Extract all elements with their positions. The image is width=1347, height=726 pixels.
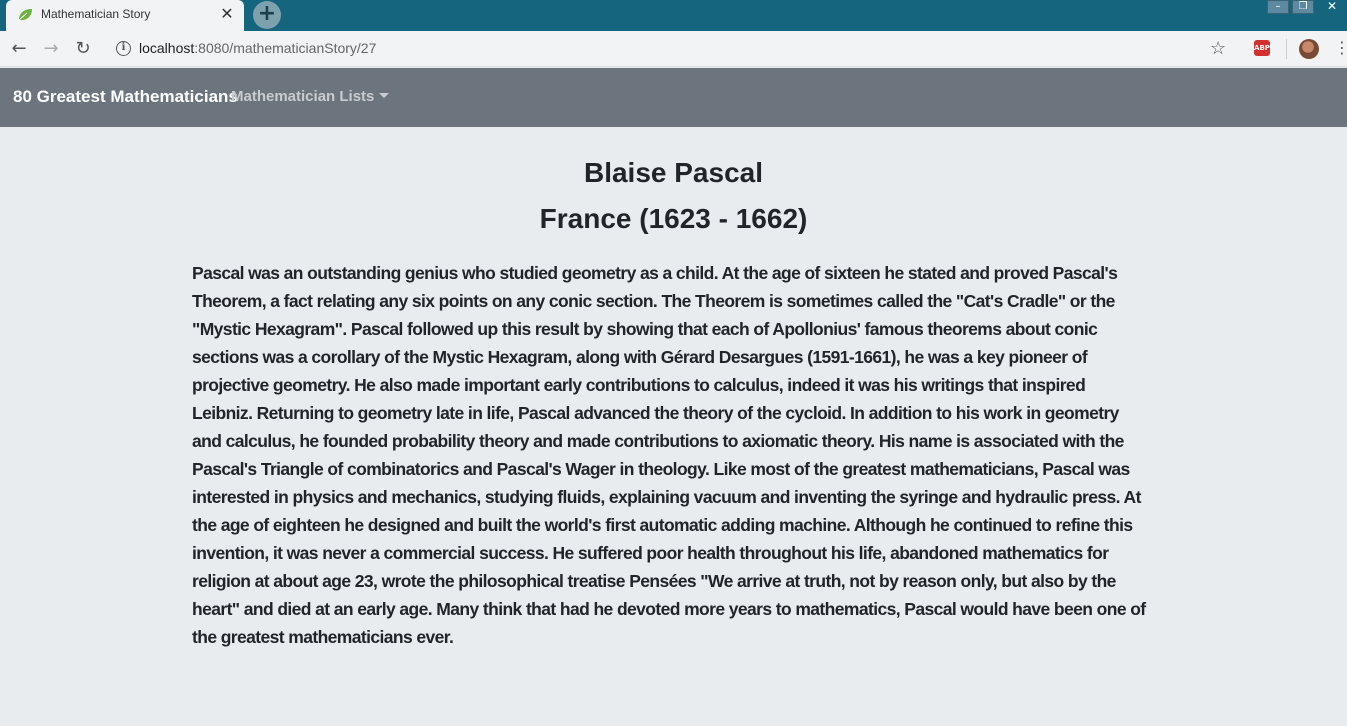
adblock-extension-icon[interactable]: ABP xyxy=(1254,40,1270,56)
close-tab-icon[interactable]: ✕ xyxy=(218,5,236,23)
navbar-brand[interactable]: 80 Greatest Mathematicians xyxy=(13,87,238,107)
restore-window-icon[interactable]: ❐ xyxy=(1292,0,1314,14)
back-arrow-icon[interactable]: ← xyxy=(8,38,30,60)
browser-titlebar: Mathematician Story ✕ + – ❐ ✕ xyxy=(0,0,1347,31)
bookmark-star-icon[interactable]: ☆ xyxy=(1210,38,1226,59)
leaf-icon xyxy=(18,9,32,21)
main-content: Blaise Pascal France (1623 - 1662) Pasca… xyxy=(0,127,1347,726)
close-window-icon[interactable]: ✕ xyxy=(1317,0,1347,14)
url-path: :8080/mathematicianStory/27 xyxy=(194,40,377,56)
caret-down-icon xyxy=(379,93,390,98)
address-bar[interactable]: localhost:8080/mathematicianStory/27 xyxy=(139,40,376,56)
tab-title: Mathematician Story xyxy=(41,7,151,21)
forward-arrow-icon[interactable]: → xyxy=(40,38,62,60)
url-host: localhost xyxy=(139,40,195,56)
mathematician-country-years: France (1623 - 1662) xyxy=(539,203,808,234)
profile-avatar[interactable] xyxy=(1299,39,1319,59)
toolbar-divider xyxy=(1286,39,1287,59)
minimize-window-icon[interactable]: – xyxy=(1267,0,1289,14)
reload-icon[interactable]: ↻ xyxy=(72,38,94,60)
mathematician-story: Pascal was an outstanding genius who stu… xyxy=(192,263,1146,647)
new-tab-button[interactable]: + xyxy=(253,1,281,29)
dropdown-label: Mathematician Lists xyxy=(231,88,375,105)
site-navbar: 80 Greatest Mathematicians Mathematician… xyxy=(0,68,1347,127)
mathematician-name: Blaise Pascal xyxy=(583,157,764,188)
browser-tab[interactable]: Mathematician Story ✕ xyxy=(6,0,244,31)
browser-toolbar: ← → ↻ i localhost:8080/mathematicianStor… xyxy=(0,31,1347,67)
site-info-icon[interactable]: i xyxy=(116,41,131,56)
mathematician-lists-dropdown[interactable]: Mathematician Lists xyxy=(231,88,390,105)
kebab-menu-icon[interactable]: ⋮ xyxy=(1334,38,1347,57)
